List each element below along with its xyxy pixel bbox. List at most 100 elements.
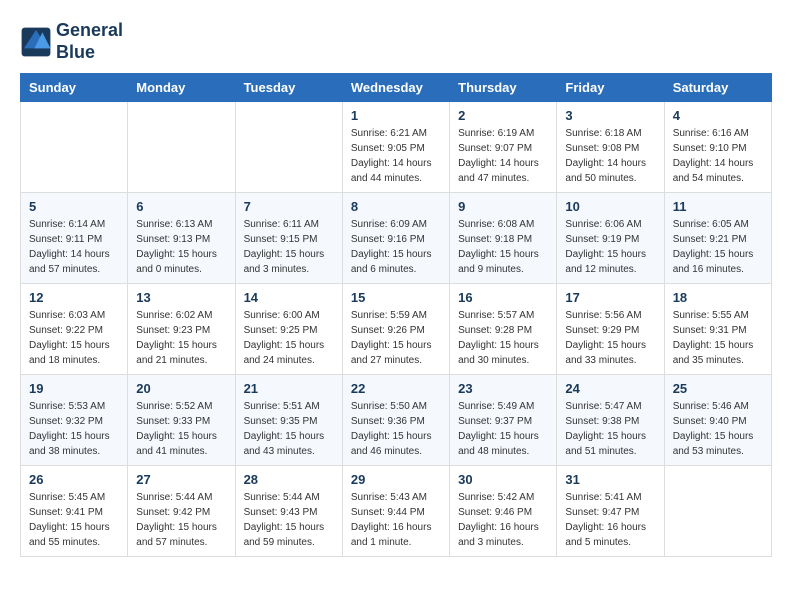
calendar-table: SundayMondayTuesdayWednesdayThursdayFrid… [20,73,772,557]
day-info: Sunrise: 5:42 AMSunset: 9:46 PMDaylight:… [458,490,548,550]
day-info: Sunrise: 6:21 AMSunset: 9:05 PMDaylight:… [351,126,441,186]
day-info: Sunrise: 5:53 AMSunset: 9:32 PMDaylight:… [29,399,119,459]
calendar-header: SundayMondayTuesdayWednesdayThursdayFrid… [21,74,772,102]
day-number: 4 [673,108,763,123]
day-info: Sunrise: 5:52 AMSunset: 9:33 PMDaylight:… [136,399,226,459]
calendar-cell: 24Sunrise: 5:47 AMSunset: 9:38 PMDayligh… [557,375,664,466]
calendar-cell [664,466,771,557]
day-info: Sunrise: 5:50 AMSunset: 9:36 PMDaylight:… [351,399,441,459]
weekday-header-cell: Saturday [664,74,771,102]
logo: General Blue [20,20,123,63]
day-number: 23 [458,381,548,396]
day-info: Sunrise: 6:14 AMSunset: 9:11 PMDaylight:… [29,217,119,277]
day-info: Sunrise: 5:44 AMSunset: 9:42 PMDaylight:… [136,490,226,550]
calendar-cell [128,102,235,193]
day-info: Sunrise: 5:59 AMSunset: 9:26 PMDaylight:… [351,308,441,368]
calendar-cell: 27 Sunrise: 5:44 AMSunset: 9:42 PMDayligh… [128,466,235,557]
day-number: 8 [351,199,441,214]
day-info: Sunrise: 5:46 AMSunset: 9:40 PMDaylight:… [673,399,763,459]
calendar-week-row: 26 Sunrise: 5:45 AMSunset: 9:41 PMDayligh… [21,466,772,557]
calendar-cell: 5 Sunrise: 6:14 AMSunset: 9:11 PMDaylight… [21,193,128,284]
weekday-header-cell: Thursday [450,74,557,102]
logo-text: General Blue [56,20,123,63]
calendar-week-row: 19 Sunrise: 5:53 AMSunset: 9:32 PMDayligh… [21,375,772,466]
day-number: 29 [351,472,441,487]
day-number: 22 [351,381,441,396]
calendar-cell: 2 Sunrise: 6:19 AMSunset: 9:07 PMDaylight… [450,102,557,193]
calendar-cell: 3 Sunrise: 6:18 AMSunset: 9:08 PMDaylight… [557,102,664,193]
day-info: Sunrise: 5:57 AMSunset: 9:28 PMDaylight:… [458,308,548,368]
day-number: 19 [29,381,119,396]
calendar-cell: 9Sunrise: 6:08 AMSunset: 9:18 PMDaylight… [450,193,557,284]
calendar-cell: 18 Sunrise: 5:55 AMSunset: 9:31 PMDayligh… [664,284,771,375]
calendar-cell: 28 Sunrise: 5:44 AMSunset: 9:43 PMDayligh… [235,466,342,557]
day-info: Sunrise: 6:00 AMSunset: 9:25 PMDaylight:… [244,308,334,368]
day-info: Sunrise: 6:19 AMSunset: 9:07 PMDaylight:… [458,126,548,186]
calendar-cell: 26 Sunrise: 5:45 AMSunset: 9:41 PMDayligh… [21,466,128,557]
calendar-body: 1 Sunrise: 6:21 AMSunset: 9:05 PMDaylight… [21,102,772,557]
day-info: Sunrise: 6:16 AMSunset: 9:10 PMDaylight:… [673,126,763,186]
day-number: 25 [673,381,763,396]
calendar-cell: 8 Sunrise: 6:09 AMSunset: 9:16 PMDaylight… [342,193,449,284]
day-info: Sunrise: 6:18 AMSunset: 9:08 PMDaylight:… [565,126,655,186]
day-info: Sunrise: 6:02 AMSunset: 9:23 PMDaylight:… [136,308,226,368]
day-number: 28 [244,472,334,487]
day-number: 18 [673,290,763,305]
day-info: Sunrise: 5:55 AMSunset: 9:31 PMDaylight:… [673,308,763,368]
weekday-header-cell: Sunday [21,74,128,102]
calendar-cell [235,102,342,193]
calendar-cell: 31Sunrise: 5:41 AMSunset: 9:47 PMDayligh… [557,466,664,557]
calendar-week-row: 12Sunrise: 6:03 AMSunset: 9:22 PMDayligh… [21,284,772,375]
calendar-cell: 4 Sunrise: 6:16 AMSunset: 9:10 PMDaylight… [664,102,771,193]
calendar-cell [21,102,128,193]
day-number: 5 [29,199,119,214]
day-number: 24 [565,381,655,396]
day-number: 13 [136,290,226,305]
weekday-header-cell: Friday [557,74,664,102]
calendar-cell: 1 Sunrise: 6:21 AMSunset: 9:05 PMDaylight… [342,102,449,193]
day-number: 27 [136,472,226,487]
day-number: 6 [136,199,226,214]
calendar-cell: 30 Sunrise: 5:42 AMSunset: 9:46 PMDayligh… [450,466,557,557]
calendar-cell: 10Sunrise: 6:06 AMSunset: 9:19 PMDayligh… [557,193,664,284]
day-number: 9 [458,199,548,214]
calendar-cell: 22 Sunrise: 5:50 AMSunset: 9:36 PMDayligh… [342,375,449,466]
day-info: Sunrise: 5:43 AMSunset: 9:44 PMDaylight:… [351,490,441,550]
calendar-cell: 11Sunrise: 6:05 AMSunset: 9:21 PMDayligh… [664,193,771,284]
day-number: 15 [351,290,441,305]
day-info: Sunrise: 6:11 AMSunset: 9:15 PMDaylight:… [244,217,334,277]
weekday-header-row: SundayMondayTuesdayWednesdayThursdayFrid… [21,74,772,102]
day-number: 17 [565,290,655,305]
day-number: 14 [244,290,334,305]
day-info: Sunrise: 5:45 AMSunset: 9:41 PMDaylight:… [29,490,119,550]
calendar-cell: 16 Sunrise: 5:57 AMSunset: 9:28 PMDayligh… [450,284,557,375]
calendar-week-row: 5 Sunrise: 6:14 AMSunset: 9:11 PMDaylight… [21,193,772,284]
day-number: 10 [565,199,655,214]
day-number: 21 [244,381,334,396]
weekday-header-cell: Tuesday [235,74,342,102]
calendar-cell: 6 Sunrise: 6:13 AMSunset: 9:13 PMDaylight… [128,193,235,284]
calendar-cell: 15 Sunrise: 5:59 AMSunset: 9:26 PMDayligh… [342,284,449,375]
day-info: Sunrise: 5:51 AMSunset: 9:35 PMDaylight:… [244,399,334,459]
day-number: 2 [458,108,548,123]
calendar-cell: 25 Sunrise: 5:46 AMSunset: 9:40 PMDayligh… [664,375,771,466]
day-number: 30 [458,472,548,487]
day-number: 3 [565,108,655,123]
day-number: 26 [29,472,119,487]
calendar-cell: 12Sunrise: 6:03 AMSunset: 9:22 PMDayligh… [21,284,128,375]
day-number: 12 [29,290,119,305]
calendar-cell: 13 Sunrise: 6:02 AMSunset: 9:23 PMDayligh… [128,284,235,375]
day-info: Sunrise: 6:05 AMSunset: 9:21 PMDaylight:… [673,217,763,277]
calendar-cell: 17Sunrise: 5:56 AMSunset: 9:29 PMDayligh… [557,284,664,375]
day-number: 1 [351,108,441,123]
day-number: 31 [565,472,655,487]
calendar-cell: 29 Sunrise: 5:43 AMSunset: 9:44 PMDayligh… [342,466,449,557]
calendar-cell: 14 Sunrise: 6:00 AMSunset: 9:25 PMDayligh… [235,284,342,375]
day-info: Sunrise: 6:09 AMSunset: 9:16 PMDaylight:… [351,217,441,277]
day-number: 16 [458,290,548,305]
day-info: Sunrise: 6:13 AMSunset: 9:13 PMDaylight:… [136,217,226,277]
day-info: Sunrise: 5:44 AMSunset: 9:43 PMDaylight:… [244,490,334,550]
day-number: 20 [136,381,226,396]
page-header: General Blue [20,20,772,63]
calendar-week-row: 1 Sunrise: 6:21 AMSunset: 9:05 PMDaylight… [21,102,772,193]
